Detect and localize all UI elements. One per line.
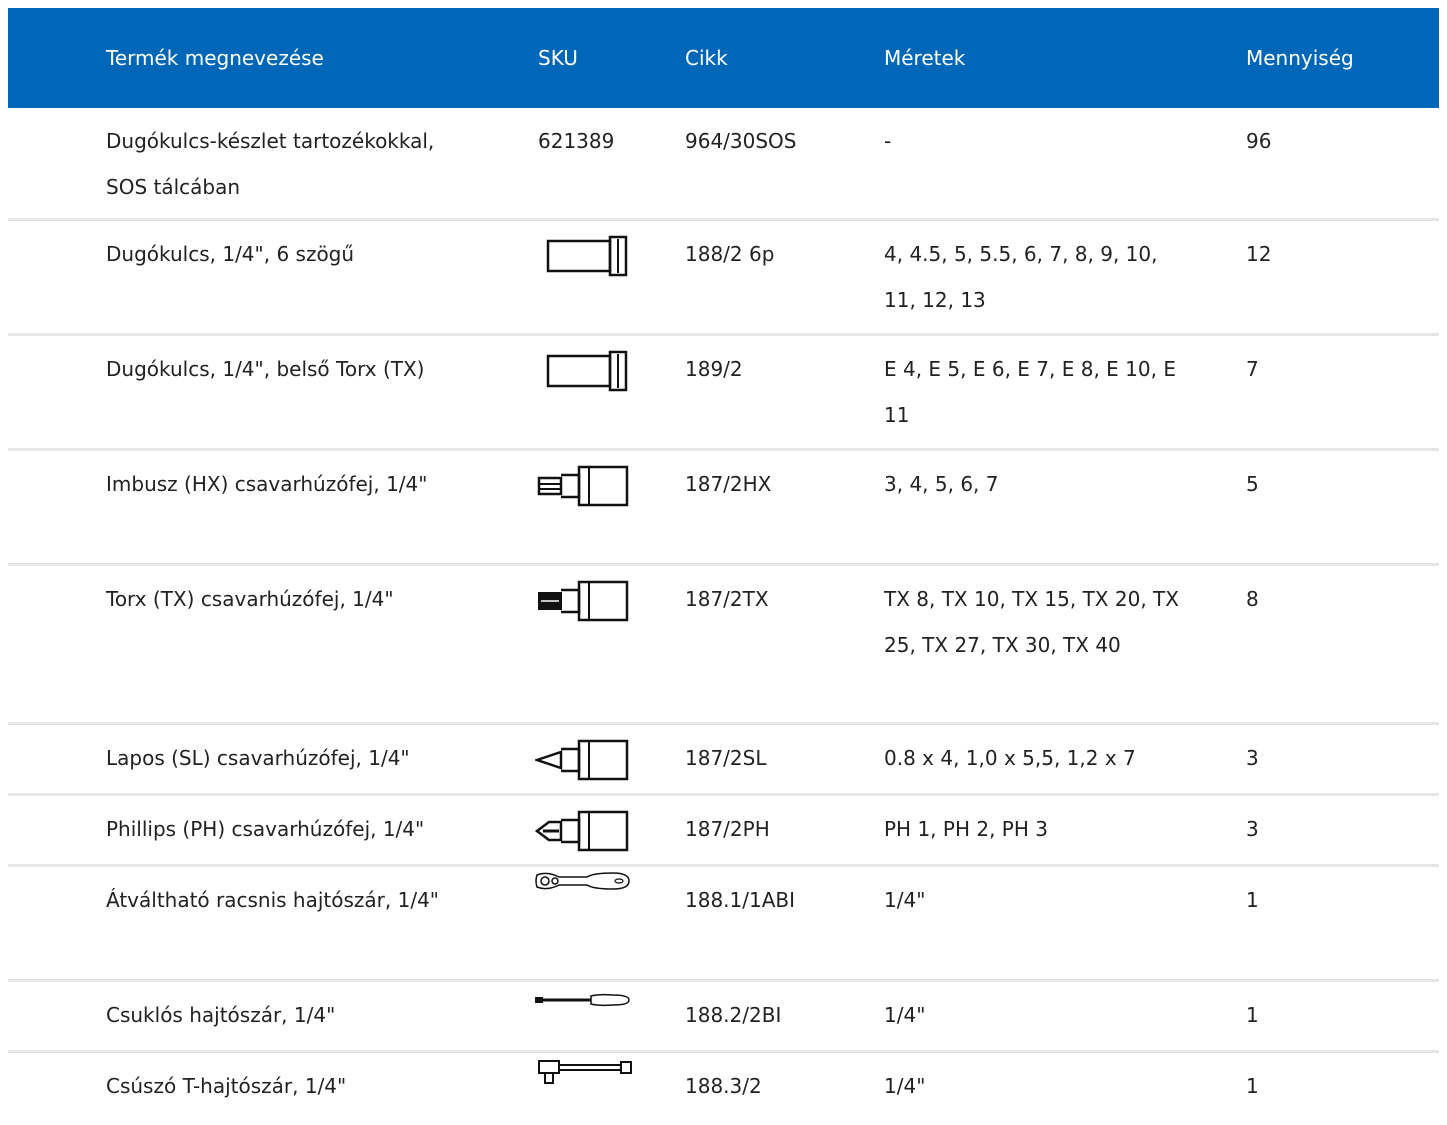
header-name: Termék megnevezése [106,46,324,70]
cell-cikk: 187/2HX [685,472,772,496]
cell-qty: 7 [1246,357,1259,381]
cell-name: Átváltható racsnis hajtószár, 1/4" [106,888,439,912]
cell-qty: 3 [1246,746,1259,770]
cell-qty: 96 [1246,129,1272,153]
cell-meretek: 3, 4, 5, 6, 7 [884,472,999,496]
cell-name: Csúszó T-hajtószár, 1/4" [106,1074,347,1098]
cell-cikk: 188.1/1ABI [685,888,796,912]
sliding-t-handle-icon [535,1057,635,1087]
cell-qty: 5 [1246,472,1259,496]
cell-meretek: 1/4" [884,888,926,912]
slotted-bit-socket-icon [535,739,631,781]
cell-qty: 3 [1246,817,1259,841]
cell-qty: 1 [1246,888,1259,912]
table-row: Átváltható racsnis hajtószár, 1/4" 188.1… [8,867,1439,982]
product-table: Termék megnevezése SKU Cikk Méretek Menn… [8,8,1439,1125]
cell-name: Dugókulcs, 1/4", belső Torx (TX) [106,357,425,381]
table-row: Dugókulcs, 1/4", belső Torx (TX) 189/2 E… [8,336,1439,451]
table-row: Dugókulcs, 1/4", 6 szögű 188/2 6p 4, 4.5… [8,221,1439,336]
table-row: Imbusz (HX) csavarhúzófej, 1/4" 187/2HX … [8,451,1439,566]
table-row: Csuklós hajtószár, 1/4" 188.2/2BI 1/4" 1 [8,982,1439,1053]
cell-sku: 621389 [538,129,615,153]
cell-cikk: 187/2PH [685,817,770,841]
cell-cikk: 188/2 6p [685,242,775,266]
cell-name: Imbusz (HX) csavarhúzófej, 1/4" [106,472,428,496]
table-row: Dugókulcs-készlet tartozékokkal, SOS tál… [8,108,1439,221]
cell-meretek: TX 8, TX 10, TX 15, TX 20, TX 25, TX 27,… [884,587,1179,657]
cell-cikk: 187/2SL [685,746,767,770]
header-sku: SKU [538,46,578,70]
cell-name: Torx (TX) csavarhúzófej, 1/4" [106,587,394,611]
cell-cikk: 188.3/2 [685,1074,762,1098]
cell-qty: 8 [1246,587,1259,611]
cell-qty: 1 [1246,1003,1259,1027]
table-header: Termék megnevezése SKU Cikk Méretek Menn… [8,8,1439,108]
cell-meretek: - [884,129,892,153]
cell-name: Lapos (SL) csavarhúzófej, 1/4" [106,746,410,770]
table-row: Csúszó T-hajtószár, 1/4" 188.3/2 1/4" 1 [8,1053,1439,1125]
cell-qty: 1 [1246,1074,1259,1098]
cell-name: Csuklós hajtószár, 1/4" [106,1003,336,1027]
table-row: Phillips (PH) csavarhúzófej, 1/4" 187/2P… [8,796,1439,867]
cell-meretek: 0.8 x 4, 1,0 x 5,5, 1,2 x 7 [884,746,1136,770]
hinged-handle-icon [533,990,633,1010]
cell-cikk: 964/30SOS [685,129,797,153]
cell-meretek: 4, 4.5, 5, 5.5, 6, 7, 8, 9, 10, 11, 12, … [884,242,1158,312]
header-qty: Mennyiség [1246,46,1354,70]
socket-icon [546,350,630,392]
cell-name: Dugókulcs, 1/4", 6 szögű [106,242,355,266]
ratchet-icon [533,869,633,893]
phillips-bit-socket-icon [535,810,631,852]
cell-meretek: E 4, E 5, E 6, E 7, E 8, E 10, E 11 [884,357,1176,427]
table-row: Lapos (SL) csavarhúzófej, 1/4" 187/2SL 0… [8,725,1439,796]
cell-meretek: 1/4" [884,1074,926,1098]
cell-meretek: 1/4" [884,1003,926,1027]
cell-name: Dugókulcs-készlet tartozékokkal, SOS tál… [106,129,435,199]
header-cikk: Cikk [685,46,728,70]
torx-bit-socket-icon [535,580,631,622]
cell-qty: 12 [1246,242,1272,266]
hex-bit-socket-icon [535,465,631,507]
cell-cikk: 188.2/2BI [685,1003,782,1027]
cell-meretek: PH 1, PH 2, PH 3 [884,817,1048,841]
cell-cikk: 189/2 [685,357,743,381]
header-meretek: Méretek [884,46,966,70]
cell-name: Phillips (PH) csavarhúzófej, 1/4" [106,817,425,841]
table-row: Torx (TX) csavarhúzófej, 1/4" 187/2TX TX… [8,566,1439,725]
cell-cikk: 187/2TX [685,587,769,611]
socket-icon [546,235,630,277]
